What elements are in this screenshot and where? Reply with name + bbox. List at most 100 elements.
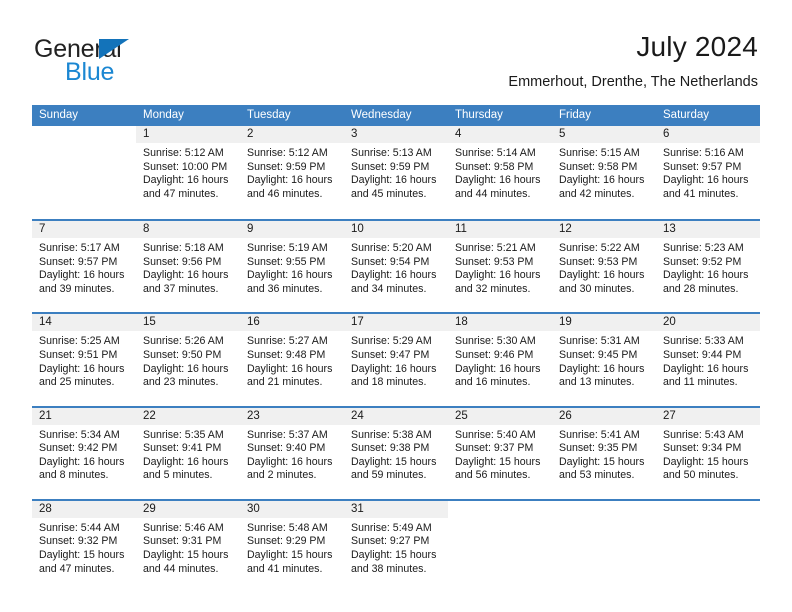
day-cell-2[interactable]: 2 Sunrise: 5:12 AM Sunset: 9:59 PM Daylight…	[240, 126, 344, 220]
sunset-text: Sunset: 9:52 PM	[663, 255, 742, 268]
day-cell-11[interactable]: 11 Sunrise: 5:21 AM Sunset: 9:53 PM Dayligh…	[448, 221, 552, 313]
sunrise-text: Sunrise: 5:31 AM	[559, 335, 640, 348]
daylight-text: Daylight: 16 hours and 21 minutes.	[247, 362, 333, 389]
day-cell-25[interactable]: 25 Sunrise: 5:40 AM Sunset: 9:37 PM Dayligh…	[448, 407, 552, 499]
sunset-text: Sunset: 9:41 PM	[143, 442, 222, 455]
day-number: 30	[240, 500, 344, 518]
day-cell-7[interactable]: 7 Sunrise: 5:17 AM Sunset: 9:57 PM Daylight…	[32, 221, 136, 313]
sunrise-text: Sunrise: 5:29 AM	[351, 335, 432, 348]
calendar-week-row: 14 Sunrise: 5:25 AM Sunset: 9:51 PM Dayligh…	[32, 312, 760, 406]
page-header: General Blue July 2024 Emmerhout, Drenth…	[34, 30, 758, 100]
triangle-icon	[99, 39, 129, 59]
sunset-text: Sunset: 9:56 PM	[143, 255, 222, 268]
day-cell-30[interactable]: 30 Sunrise: 5:48 AM Sunset: 9:29 PM Dayligh…	[240, 500, 344, 592]
day-number: 14	[32, 314, 136, 332]
day-cell-16[interactable]: 16 Sunrise: 5:27 AM Sunset: 9:48 PM Dayligh…	[240, 314, 344, 406]
sunset-text: Sunset: 9:53 PM	[559, 255, 638, 268]
day-details: Sunrise: 5:21 AM Sunset: 9:53 PM Daylight:…	[448, 238, 552, 296]
day-details: Sunrise: 5:15 AM Sunset: 9:58 PM Daylight:…	[552, 143, 656, 201]
daylight-text: Daylight: 16 hours and 8 minutes.	[39, 455, 125, 482]
calendar-week-row: 1 Sunrise: 5:12 AM Sunset: 10:00 PM Dayligh…	[32, 126, 760, 220]
sunset-text: Sunset: 9:51 PM	[39, 348, 118, 361]
calendar-page: General Blue July 2024 Emmerhout, Drenth…	[0, 0, 792, 612]
sunrise-text: Sunrise: 5:23 AM	[663, 242, 744, 255]
daylight-text: Daylight: 15 hours and 38 minutes.	[351, 548, 437, 575]
day-cell-29[interactable]: 29 Sunrise: 5:46 AM Sunset: 9:31 PM Dayligh…	[136, 500, 240, 592]
sunrise-text: Sunrise: 5:44 AM	[39, 521, 120, 534]
day-number: 28	[32, 500, 136, 518]
sunset-text: Sunset: 9:27 PM	[351, 535, 430, 548]
calendar-grid: Sunday Monday Tuesday Wednesday Thursday Frid…	[32, 105, 760, 592]
sunrise-text: Sunrise: 5:19 AM	[247, 242, 328, 255]
calendar-week-row: 7 Sunrise: 5:17 AM Sunset: 9:57 PM Daylight…	[32, 219, 760, 313]
day-cell-18[interactable]: 18 Sunrise: 5:30 AM Sunset: 9:46 PM Dayligh…	[448, 314, 552, 406]
day-cell-22[interactable]: 22 Sunrise: 5:35 AM Sunset: 9:41 PM Dayligh…	[136, 407, 240, 499]
day-cell-23[interactable]: 23 Sunrise: 5:37 AM Sunset: 9:40 PM Dayligh…	[240, 407, 344, 499]
day-number: 19	[552, 314, 656, 332]
daylight-text: Daylight: 16 hours and 47 minutes.	[143, 174, 229, 200]
sunset-text: Sunset: 9:35 PM	[559, 442, 638, 455]
daylight-text: Daylight: 15 hours and 53 minutes.	[559, 455, 645, 482]
sunrise-text: Sunrise: 5:27 AM	[247, 335, 328, 348]
day-cell-9[interactable]: 9 Sunrise: 5:19 AM Sunset: 9:55 PM Daylight…	[240, 221, 344, 313]
day-cell-14[interactable]: 14 Sunrise: 5:25 AM Sunset: 9:51 PM Dayligh…	[32, 314, 136, 406]
day-cell-13[interactable]: 13 Sunrise: 5:23 AM Sunset: 9:52 PM Dayligh…	[656, 221, 760, 313]
sunset-text: Sunset: 9:59 PM	[351, 160, 430, 173]
day-cell-27[interactable]: 27 Sunrise: 5:43 AM Sunset: 9:34 PM Dayligh…	[656, 407, 760, 499]
day-number: 6	[656, 126, 760, 143]
day-details: Sunrise: 5:13 AM Sunset: 9:59 PM Daylight:…	[344, 143, 448, 201]
day-cell-5[interactable]: 5 Sunrise: 5:15 AM Sunset: 9:58 PM Daylight…	[552, 126, 656, 220]
day-details: Sunrise: 5:38 AM Sunset: 9:38 PM Daylight:…	[344, 425, 448, 483]
day-cell-17[interactable]: 17 Sunrise: 5:29 AM Sunset: 9:47 PM Dayligh…	[344, 314, 448, 406]
weekday-header-thursday: Thursday	[455, 109, 503, 121]
day-cell-28[interactable]: 28 Sunrise: 5:44 AM Sunset: 9:32 PM Dayligh…	[32, 500, 136, 592]
day-cell-6[interactable]: 6 Sunrise: 5:16 AM Sunset: 9:57 PM Daylight…	[656, 126, 760, 220]
weekday-header-sunday: Sunday	[39, 109, 79, 121]
sunset-text: Sunset: 10:00 PM	[143, 160, 228, 173]
day-number: 21	[32, 407, 136, 425]
sunrise-text: Sunrise: 5:41 AM	[559, 428, 640, 441]
general-blue-logo[interactable]: General Blue	[34, 35, 194, 91]
calendar-body: 1 Sunrise: 5:12 AM Sunset: 10:00 PM Dayligh…	[32, 126, 760, 592]
day-cell-31[interactable]: 31 Sunrise: 5:49 AM Sunset: 9:27 PM Dayligh…	[344, 500, 448, 592]
sunset-text: Sunset: 9:57 PM	[663, 160, 742, 173]
sunrise-text: Sunrise: 5:35 AM	[143, 428, 224, 441]
day-cell-empty	[552, 500, 656, 592]
day-number: 16	[240, 314, 344, 332]
day-cell-10[interactable]: 10 Sunrise: 5:20 AM Sunset: 9:54 PM Dayligh…	[344, 221, 448, 313]
sunrise-text: Sunrise: 5:37 AM	[247, 428, 328, 441]
day-cell-26[interactable]: 26 Sunrise: 5:41 AM Sunset: 9:35 PM Dayligh…	[552, 407, 656, 499]
sunrise-text: Sunrise: 5:13 AM	[351, 147, 432, 159]
day-details: Sunrise: 5:19 AM Sunset: 9:55 PM Daylight:…	[240, 238, 344, 296]
day-cell-20[interactable]: 20 Sunrise: 5:33 AM Sunset: 9:44 PM Dayligh…	[656, 314, 760, 406]
sunrise-text: Sunrise: 5:15 AM	[559, 147, 640, 159]
day-details: Sunrise: 5:31 AM Sunset: 9:45 PM Daylight:…	[552, 331, 656, 389]
weekday-header-friday: Friday	[559, 109, 591, 121]
day-cell-3[interactable]: 3 Sunrise: 5:13 AM Sunset: 9:59 PM Daylight…	[344, 126, 448, 220]
daylight-text: Daylight: 15 hours and 56 minutes.	[455, 455, 541, 482]
sunset-text: Sunset: 9:42 PM	[39, 442, 118, 455]
daylight-text: Daylight: 16 hours and 42 minutes.	[559, 174, 645, 200]
day-cell-15[interactable]: 15 Sunrise: 5:26 AM Sunset: 9:50 PM Dayligh…	[136, 314, 240, 406]
day-number: 12	[552, 221, 656, 239]
sunset-text: Sunset: 9:46 PM	[455, 348, 534, 361]
day-number: 27	[656, 407, 760, 425]
day-details: Sunrise: 5:48 AM Sunset: 9:29 PM Daylight:…	[240, 518, 344, 576]
day-cell-4[interactable]: 4 Sunrise: 5:14 AM Sunset: 9:58 PM Daylight…	[448, 126, 552, 220]
day-cell-19[interactable]: 19 Sunrise: 5:31 AM Sunset: 9:45 PM Dayligh…	[552, 314, 656, 406]
sunset-text: Sunset: 9:47 PM	[351, 348, 430, 361]
sunrise-text: Sunrise: 5:43 AM	[663, 428, 744, 441]
day-cell-1[interactable]: 1 Sunrise: 5:12 AM Sunset: 10:00 PM Dayligh…	[136, 126, 240, 220]
day-details: Sunrise: 5:12 AM Sunset: 9:59 PM Daylight:…	[240, 143, 344, 201]
day-cell-24[interactable]: 24 Sunrise: 5:38 AM Sunset: 9:38 PM Dayligh…	[344, 407, 448, 499]
day-cell-8[interactable]: 8 Sunrise: 5:18 AM Sunset: 9:56 PM Daylight…	[136, 221, 240, 313]
day-details: Sunrise: 5:34 AM Sunset: 9:42 PM Daylight:…	[32, 425, 136, 483]
page-title: July 2024	[636, 31, 758, 62]
day-details: Sunrise: 5:46 AM Sunset: 9:31 PM Daylight:…	[136, 518, 240, 576]
daylight-text: Daylight: 15 hours and 50 minutes.	[663, 455, 749, 482]
sunset-text: Sunset: 9:37 PM	[455, 442, 534, 455]
sunrise-text: Sunrise: 5:21 AM	[455, 242, 536, 255]
sunset-text: Sunset: 9:55 PM	[247, 255, 326, 268]
day-cell-12[interactable]: 12 Sunrise: 5:22 AM Sunset: 9:53 PM Dayligh…	[552, 221, 656, 313]
day-cell-21[interactable]: 21 Sunrise: 5:34 AM Sunset: 9:42 PM Dayligh…	[32, 407, 136, 499]
